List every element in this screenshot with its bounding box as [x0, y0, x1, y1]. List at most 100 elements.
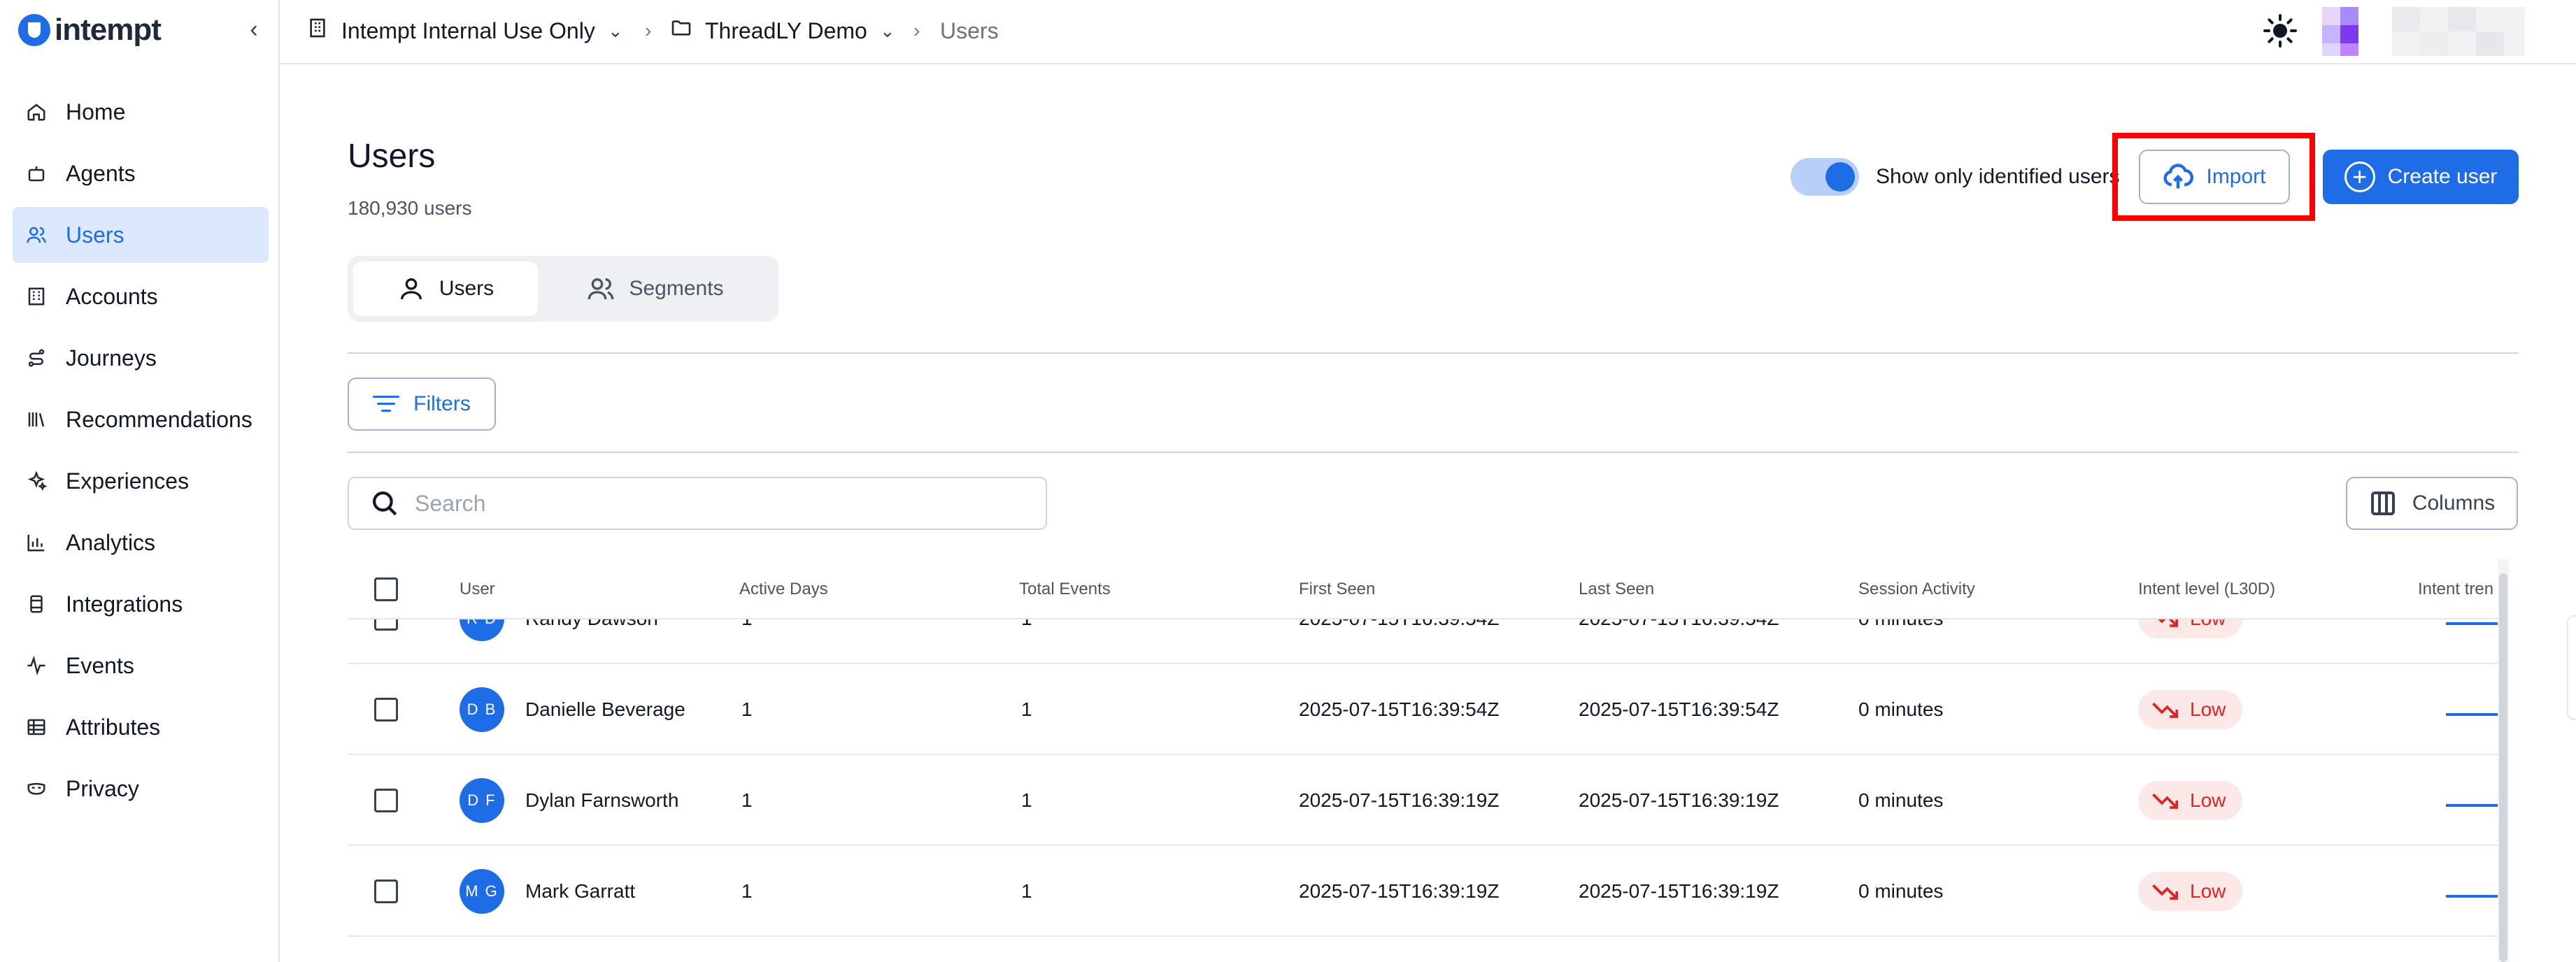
table-row[interactable]: D F Dylan Farnsworth 1 1 2025-07-15T16:3… [348, 755, 2498, 846]
column-header-last-seen[interactable]: Last Seen [1579, 559, 1654, 619]
column-header-total-events[interactable]: Total Events [1019, 559, 1111, 619]
session-activity-cell: 0 minutes [1858, 880, 1944, 902]
user-name[interactable]: Dylan Farnsworth [525, 789, 678, 812]
filters-button[interactable]: Filters [348, 378, 496, 431]
columns-button[interactable]: Columns [2346, 477, 2518, 530]
intent-trend-sparkline [2446, 713, 2498, 716]
bar-chart-icon [25, 531, 48, 554]
sidebar-item-recommendations[interactable]: Recommendations [13, 392, 269, 447]
page-title: Users [348, 138, 436, 175]
active-days-cell: 1 [741, 880, 753, 902]
tab-segments[interactable]: Segments [543, 261, 767, 316]
collapse-sidebar-button[interactable]: ‹ [243, 15, 264, 43]
sidebar-item-experiences[interactable]: Experiences [13, 453, 269, 509]
side-panel-handle[interactable] [2567, 615, 2576, 720]
first-seen-cell: 2025-07-15T16:39:19Z [1299, 880, 1500, 902]
select-all-cell [374, 559, 398, 619]
tab-users[interactable]: Users [353, 261, 538, 316]
intent-level-cell: Low [2138, 664, 2243, 755]
import-button-label: Import [2206, 165, 2266, 188]
users-icon [588, 278, 614, 300]
first-seen-cell: 2025-07-15T16:39:19Z [1299, 789, 1500, 811]
column-header-first-seen[interactable]: First Seen [1299, 559, 1375, 619]
row-checkbox[interactable] [374, 880, 398, 903]
search-box [348, 477, 1047, 530]
intent-trend-sparkline [2446, 895, 2498, 898]
table-row[interactable]: D B Danielle Beverage 1 1 2025-07-15T16:… [348, 664, 2498, 755]
sidebar-item-events[interactable]: Events [13, 638, 269, 694]
create-user-button[interactable]: + Create user [2323, 150, 2519, 204]
search-input[interactable] [415, 490, 1030, 517]
column-header-intent-trend[interactable]: Intent tren [2418, 559, 2493, 619]
library-icon [25, 408, 48, 431]
column-header-intent-level[interactable]: Intent level (L30D) [2138, 559, 2275, 619]
row-checkbox[interactable] [374, 698, 398, 722]
mask-icon [25, 777, 48, 800]
table-scrollbar-thumb[interactable] [2499, 573, 2507, 962]
breadcrumb-org-label: Intempt Internal Use Only [341, 17, 595, 43]
user-cell: M G Mark Garratt [460, 846, 635, 937]
user-avatar[interactable] [2322, 7, 2525, 56]
sidebar-item-privacy[interactable]: Privacy [13, 761, 269, 817]
breadcrumb-current-label: Users [940, 17, 999, 43]
sidebar-nav: Home Agents Users Accounts Journeys Reco… [13, 84, 269, 822]
last-seen-cell: 2025-07-15T16:39:54Z [1579, 698, 1779, 720]
first-seen-cell: 2025-07-15T16:39:54Z [1299, 698, 1500, 720]
create-user-button-label: Create user [2387, 165, 2498, 188]
column-header-user[interactable]: User [460, 559, 495, 619]
filter-icon [373, 394, 400, 414]
table-row[interactable]: M G Mark Garratt 1 1 2025-07-15T16:39:19… [348, 846, 2498, 937]
select-all-checkbox[interactable] [374, 577, 398, 601]
sidebar-item-label: Agents [66, 160, 136, 186]
sidebar-item-users[interactable]: Users [13, 207, 269, 263]
identified-users-toggle[interactable] [1791, 158, 1859, 196]
sidebar-item-analytics[interactable]: Analytics [13, 515, 269, 570]
row-checkbox[interactable] [374, 789, 398, 812]
intent-badge: Low [2138, 690, 2243, 729]
total-events-cell: 1 [1021, 880, 1032, 902]
total-events-cell: 1 [1021, 698, 1032, 720]
column-header-active-days[interactable]: Active Days [739, 559, 828, 619]
intent-trend-sparkline [2446, 622, 2498, 625]
sidebar-item-label: Analytics [66, 529, 156, 555]
sidebar-item-label: Accounts [66, 283, 158, 309]
row-select-cell [374, 755, 398, 846]
users-table: User Active Days Total Events First Seen… [348, 559, 2498, 962]
tab-segments-label: Segments [629, 277, 724, 300]
user-name[interactable]: Danielle Beverage [525, 698, 685, 721]
user-cell: D F Dylan Farnsworth [460, 755, 678, 846]
brand-logo[interactable]: intempt [18, 13, 162, 48]
session-activity-cell: 0 minutes [1858, 789, 1944, 811]
sidebar-item-attributes[interactable]: Attributes [13, 699, 269, 755]
plug-icon [25, 593, 48, 615]
sidebar-item-accounts[interactable]: Accounts [13, 268, 269, 324]
last-seen-cell: 2025-07-15T16:39:19Z [1579, 789, 1779, 811]
view-tabs: Users Segments [348, 256, 778, 322]
divider [348, 452, 2519, 453]
folder-icon [670, 17, 692, 45]
sun-icon[interactable] [2263, 14, 2297, 48]
breadcrumb-project[interactable]: ThreadLY Demo ⌄ [670, 0, 895, 62]
column-header-session-activity[interactable]: Session Activity [1858, 559, 1975, 619]
import-button[interactable]: Import [2139, 150, 2290, 204]
top-bar: Intempt Internal Use Only ⌄ › ThreadLY D… [280, 0, 2576, 64]
filters-button-label: Filters [413, 392, 471, 415]
sidebar-item-journeys[interactable]: Journeys [13, 330, 269, 386]
sidebar-item-label: Experiences [66, 468, 190, 494]
users-icon [25, 224, 48, 246]
sidebar-item-home[interactable]: Home [13, 84, 269, 140]
identified-users-toggle-row: Show only identified users [1791, 158, 2120, 196]
intent-badge-label: Low [2190, 789, 2226, 811]
intent-badge: Low [2138, 781, 2243, 820]
sidebar-item-agents[interactable]: Agents [13, 145, 269, 201]
breadcrumb-separator-icon: › [913, 20, 920, 41]
building-icon [306, 17, 329, 45]
active-days-cell: 1 [741, 698, 753, 720]
sidebar-item-integrations[interactable]: Integrations [13, 576, 269, 632]
tab-users-label: Users [439, 277, 494, 300]
breadcrumb-current: Users [940, 0, 999, 62]
trending-down-icon [2152, 702, 2179, 718]
user-name[interactable]: Mark Garratt [525, 880, 635, 903]
intent-trend-sparkline [2446, 804, 2498, 807]
breadcrumb-org[interactable]: Intempt Internal Use Only ⌄ [306, 0, 623, 62]
